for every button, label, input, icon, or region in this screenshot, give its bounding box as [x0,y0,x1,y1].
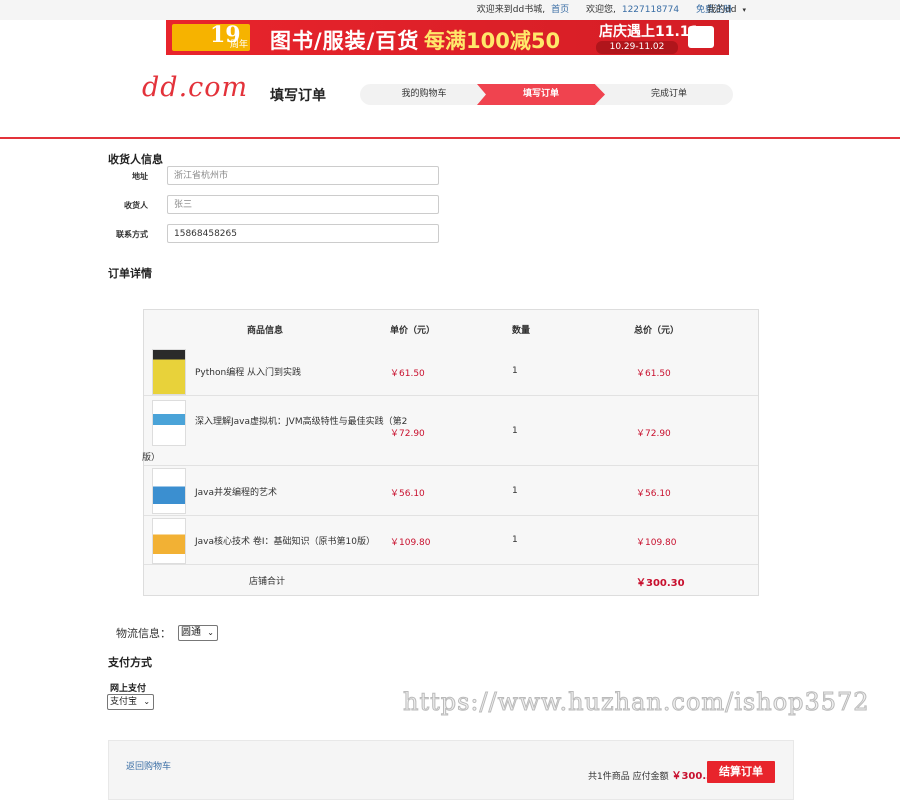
shipping-selected: 圆通 [181,627,201,638]
col-product-info: 商品信息 [247,326,284,336]
step-cart-label: 我的购物车 [401,89,447,99]
promo-banner[interactable]: 19 周年 图书/服装/百货 每满100减50 店庆遇上11.11 10.29-… [166,20,729,55]
quantity: 1 [512,486,518,496]
home-link[interactable]: 首页 [551,5,569,15]
header-divider [0,137,900,139]
caret-down-icon: ▾ [742,6,746,14]
summary-text: 共1件商品 应付金额 [588,772,669,782]
col-total-price: 总价（元） [634,326,680,336]
shop-subtotal-label: 店铺合计 [249,577,286,587]
col-quantity: 数量 [512,326,531,336]
greeting-text: 欢迎您, [585,5,616,15]
shipping-label: 物流信息： [116,627,171,640]
step-fill-order-label: 填写订单 [522,89,559,99]
payment-selected: 支付宝 [110,697,138,707]
chevron-down-icon: ⌄ [143,697,151,706]
quantity: 1 [512,535,518,545]
gift-box-icon [688,26,714,48]
checkout-button[interactable]: 结算订单 [707,761,775,783]
chevron-down-icon: ⌄ [207,628,214,637]
quantity: 1 [512,366,518,376]
book-cover-image[interactable] [152,518,186,564]
address-input[interactable]: 浙江省杭州市 [167,166,439,185]
book-cover-image[interactable] [152,349,186,395]
checkout-footer: 返回购物车 共1件商品 应付金额 ￥300.30 结算订单 [108,740,794,800]
table-row: Python编程 从入门到实践 ￥61.50 1 ￥61.50 [144,348,758,396]
product-name-wrap: 版） [142,453,161,463]
welcome-text: 欢迎来到dd书城, [476,5,546,15]
item-total: ￥109.80 [636,538,677,548]
unit-price: ￥56.10 [390,489,425,499]
product-name[interactable]: Java核心技术 卷I：基础知识（原书第10版） [195,534,375,547]
product-name[interactable]: Java并发编程的艺术 [195,485,277,498]
col-unit-price: 单价（元） [390,326,436,336]
receiver-name-input[interactable]: 张三 [167,195,439,214]
checkout-progress: 我的购物车 填写订单 完成订单 [360,84,733,105]
banner-sale-dates: 10.29-11.02 [596,41,678,54]
order-table: 商品信息 单价（元） 数量 总价（元） Python编程 从入门到实践 ￥61.… [142,309,759,596]
top-nav-links: 欢迎来到dd书城, 首页 欢迎您, 1227118774 免费注册 [471,0,732,20]
shop-subtotal-value: ￥300.30 [636,578,685,589]
watermark-text: https://www.huzhan.com/ishop3572 [403,688,870,717]
phone-input[interactable]: 15868458265 [167,224,439,243]
step-complete-label: 完成订单 [650,89,687,99]
book-cover-image[interactable] [152,400,186,446]
back-to-cart-link[interactable]: 返回购物车 [126,759,171,772]
banner-sale-title: 店庆遇上11.11 [599,24,700,40]
payment-section-title: 支付方式 [108,656,152,669]
site-logo[interactable]: dd.com [142,72,248,103]
page-title: 填写订单 [270,88,326,104]
item-total: ￥72.90 [636,429,671,439]
my-dd-menu[interactable]: 我的dd ▾ [701,0,746,20]
item-total: ￥56.10 [636,489,671,499]
address-label: 地址 [132,172,148,181]
step-complete: 完成订单 [605,84,733,105]
my-dd-label: 我的dd [707,5,737,15]
anniversary-label: 周年 [230,40,249,50]
product-name[interactable]: 深入理解Java虚拟机：JVM高级特性与最佳实践（第2 [195,414,407,427]
table-row: Java并发编程的艺术 ￥56.10 1 ￥56.10 [144,466,758,516]
banner-categories: 图书/服装/百货 [270,29,420,53]
unit-price: ￥109.80 [390,538,431,548]
unit-price: ￥72.90 [390,429,425,439]
phone-label: 联系方式 [116,230,148,239]
unit-price: ￥61.50 [390,369,425,379]
payment-select[interactable]: 支付宝 ⌄ [107,694,155,710]
book-cover-image[interactable] [152,468,186,514]
receiver-section-title: 收货人信息 [108,153,163,166]
quantity: 1 [512,426,518,436]
product-name[interactable]: Python编程 从入门到实践 [195,365,301,378]
order-summary: 共1件商品 应付金额 ￥300.30 [588,767,720,782]
table-row: Java核心技术 卷I：基础知识（原书第10版） ￥109.80 1 ￥109.… [144,516,758,565]
table-row: 深入理解Java虚拟机：JVM高级特性与最佳实践（第2 版） ￥72.90 1 … [142,396,758,466]
online-payment-label: 网上支付 [110,684,147,694]
banner-offer: 每满100减50 [424,29,561,53]
item-total: ￥61.50 [636,369,671,379]
order-section-title: 订单详情 [108,267,152,280]
user-phone-link[interactable]: 1227118774 [622,5,679,15]
step-cart: 我的购物车 [360,84,488,105]
top-nav-bar: 欢迎来到dd书城, 首页 欢迎您, 1227118774 免费注册 我的dd ▾ [0,0,900,20]
step-fill-order: 填写订单 [477,84,605,105]
receiver-name-label: 收货人 [124,201,148,210]
shipping-select[interactable]: 圆通 ⌄ [178,625,218,641]
